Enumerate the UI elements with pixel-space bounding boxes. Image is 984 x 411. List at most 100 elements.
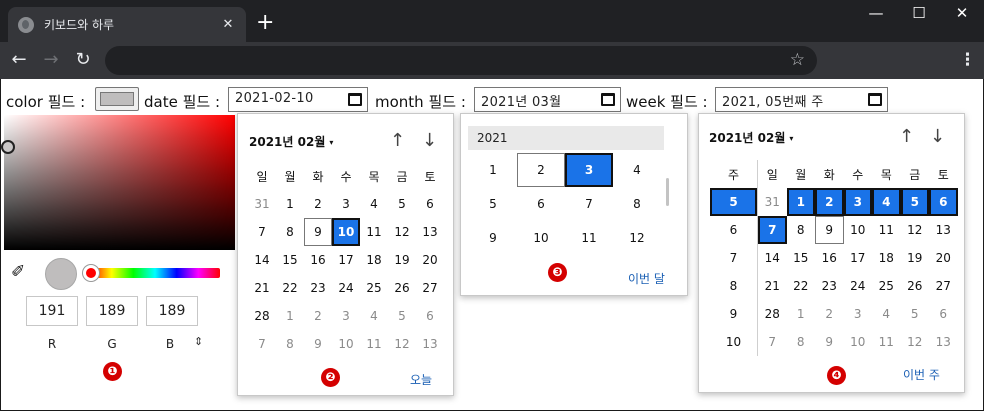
day-cell[interactable]: 6 (929, 300, 958, 328)
day-cell[interactable]: 25 (360, 274, 388, 302)
date-input[interactable]: 2021-02-10 (228, 87, 368, 112)
day-cell[interactable]: 7 (248, 218, 276, 246)
day-cell[interactable]: 1 (786, 188, 815, 216)
day-cell[interactable]: 6 (929, 188, 958, 216)
blue-value-input[interactable]: 189 (146, 296, 198, 326)
maximize-icon[interactable]: ☐ (904, 4, 934, 22)
day-cell[interactable]: 2 (304, 302, 332, 330)
day-cell[interactable]: 25 (872, 272, 901, 300)
week-number-cell[interactable]: 9 (710, 300, 757, 328)
today-button[interactable]: 오늘 (410, 371, 432, 388)
month-cell[interactable]: 10 (517, 221, 565, 255)
address-bar[interactable]: ☆ (105, 46, 817, 75)
day-cell[interactable]: 24 (332, 274, 360, 302)
week-number-cell[interactable]: 6 (710, 216, 757, 244)
day-cell[interactable]: 12 (901, 216, 930, 244)
day-cell[interactable]: 21 (248, 274, 276, 302)
minimize-icon[interactable]: — (861, 4, 891, 22)
reload-icon[interactable]: ↻ (72, 50, 94, 70)
color-area-handle[interactable] (1, 140, 15, 154)
red-value-input[interactable]: 191 (26, 296, 78, 326)
day-cell[interactable]: 8 (276, 218, 304, 246)
day-cell[interactable]: 15 (276, 246, 304, 274)
day-cell[interactable]: 17 (844, 244, 873, 272)
browser-menu-icon[interactable]: ⋮ (959, 51, 976, 69)
week-picker-month-select[interactable]: 2021년 02월 ▾ (709, 129, 793, 146)
day-cell[interactable]: 18 (360, 246, 388, 274)
day-cell[interactable]: 23 (815, 272, 844, 300)
next-month-icon[interactable]: ↓ (930, 126, 945, 147)
day-cell[interactable]: 1 (276, 190, 304, 218)
day-cell[interactable]: 31 (248, 190, 276, 218)
next-month-icon[interactable]: ↓ (422, 130, 437, 151)
day-cell[interactable]: 6 (416, 302, 444, 330)
day-cell[interactable]: 31 (758, 188, 787, 216)
day-cell[interactable]: 4 (360, 302, 388, 330)
day-cell[interactable]: 19 (901, 244, 930, 272)
date-picker-month-select[interactable]: 2021년 02월 ▾ (249, 133, 333, 150)
day-cell[interactable]: 19 (388, 246, 416, 274)
day-cell[interactable]: 6 (416, 190, 444, 218)
this-month-button[interactable]: 이번 달 (628, 270, 665, 287)
week-number-cell[interactable]: 7 (710, 244, 757, 272)
day-cell[interactable]: 26 (388, 274, 416, 302)
month-picker-scrollbar[interactable] (666, 178, 669, 206)
new-tab-button[interactable]: + (256, 12, 274, 34)
hue-slider-handle[interactable] (83, 265, 99, 281)
day-cell[interactable]: 9 (304, 218, 332, 246)
color-input[interactable] (95, 87, 139, 111)
month-cell[interactable]: 1 (469, 153, 517, 187)
day-cell[interactable]: 16 (304, 246, 332, 274)
day-cell[interactable]: 7 (248, 330, 276, 358)
day-cell[interactable]: 26 (901, 272, 930, 300)
day-cell[interactable]: 9 (815, 328, 844, 356)
day-cell[interactable]: 4 (360, 190, 388, 218)
day-cell[interactable]: 22 (787, 272, 816, 300)
day-cell[interactable]: 8 (787, 328, 816, 356)
day-cell[interactable]: 11 (360, 330, 388, 358)
month-cell[interactable]: 12 (613, 221, 661, 255)
day-cell[interactable]: 10 (844, 328, 873, 356)
day-cell[interactable]: 4 (872, 188, 901, 216)
day-cell[interactable]: 13 (416, 218, 444, 246)
day-cell[interactable]: 7 (758, 328, 787, 356)
week-number-cell[interactable]: 8 (710, 272, 757, 300)
day-cell[interactable]: 12 (388, 218, 416, 246)
eyedropper-icon[interactable]: ✐ (11, 262, 25, 282)
day-cell[interactable]: 11 (872, 328, 901, 356)
day-cell[interactable]: 4 (872, 300, 901, 328)
green-value-input[interactable]: 189 (86, 296, 138, 326)
day-cell[interactable]: 5 (388, 190, 416, 218)
day-cell[interactable]: 16 (815, 244, 844, 272)
day-cell[interactable]: 27 (416, 274, 444, 302)
week-input[interactable]: 2021, 05번째 주 (715, 87, 888, 112)
day-cell[interactable]: 15 (787, 244, 816, 272)
day-cell[interactable]: 18 (872, 244, 901, 272)
day-cell[interactable]: 2 (815, 188, 844, 216)
day-cell[interactable]: 5 (388, 302, 416, 330)
month-cell[interactable]: 6 (517, 187, 565, 221)
day-cell[interactable]: 8 (276, 330, 304, 358)
month-cell[interactable]: 3 (565, 153, 613, 187)
day-cell[interactable]: 7 (758, 216, 787, 244)
day-cell[interactable]: 21 (758, 272, 787, 300)
day-cell[interactable]: 11 (872, 216, 901, 244)
day-cell[interactable]: 8 (787, 216, 816, 244)
format-toggle-icon[interactable]: ⇕ (194, 335, 203, 348)
hue-slider[interactable] (90, 268, 220, 278)
day-cell[interactable]: 5 (901, 300, 930, 328)
month-cell[interactable]: 4 (613, 153, 661, 187)
day-cell[interactable]: 14 (758, 244, 787, 272)
previous-month-icon[interactable]: ↑ (390, 130, 405, 151)
day-cell[interactable]: 22 (276, 274, 304, 302)
month-cell[interactable]: 9 (469, 221, 517, 255)
day-cell[interactable]: 1 (276, 302, 304, 330)
day-cell[interactable]: 28 (248, 302, 276, 330)
day-cell[interactable]: 20 (416, 246, 444, 274)
day-cell[interactable]: 17 (332, 246, 360, 274)
back-icon[interactable]: ← (8, 50, 30, 70)
day-cell[interactable]: 5 (900, 188, 929, 216)
month-cell[interactable]: 5 (469, 187, 517, 221)
day-cell[interactable]: 10 (844, 216, 873, 244)
day-cell[interactable]: 2 (304, 190, 332, 218)
